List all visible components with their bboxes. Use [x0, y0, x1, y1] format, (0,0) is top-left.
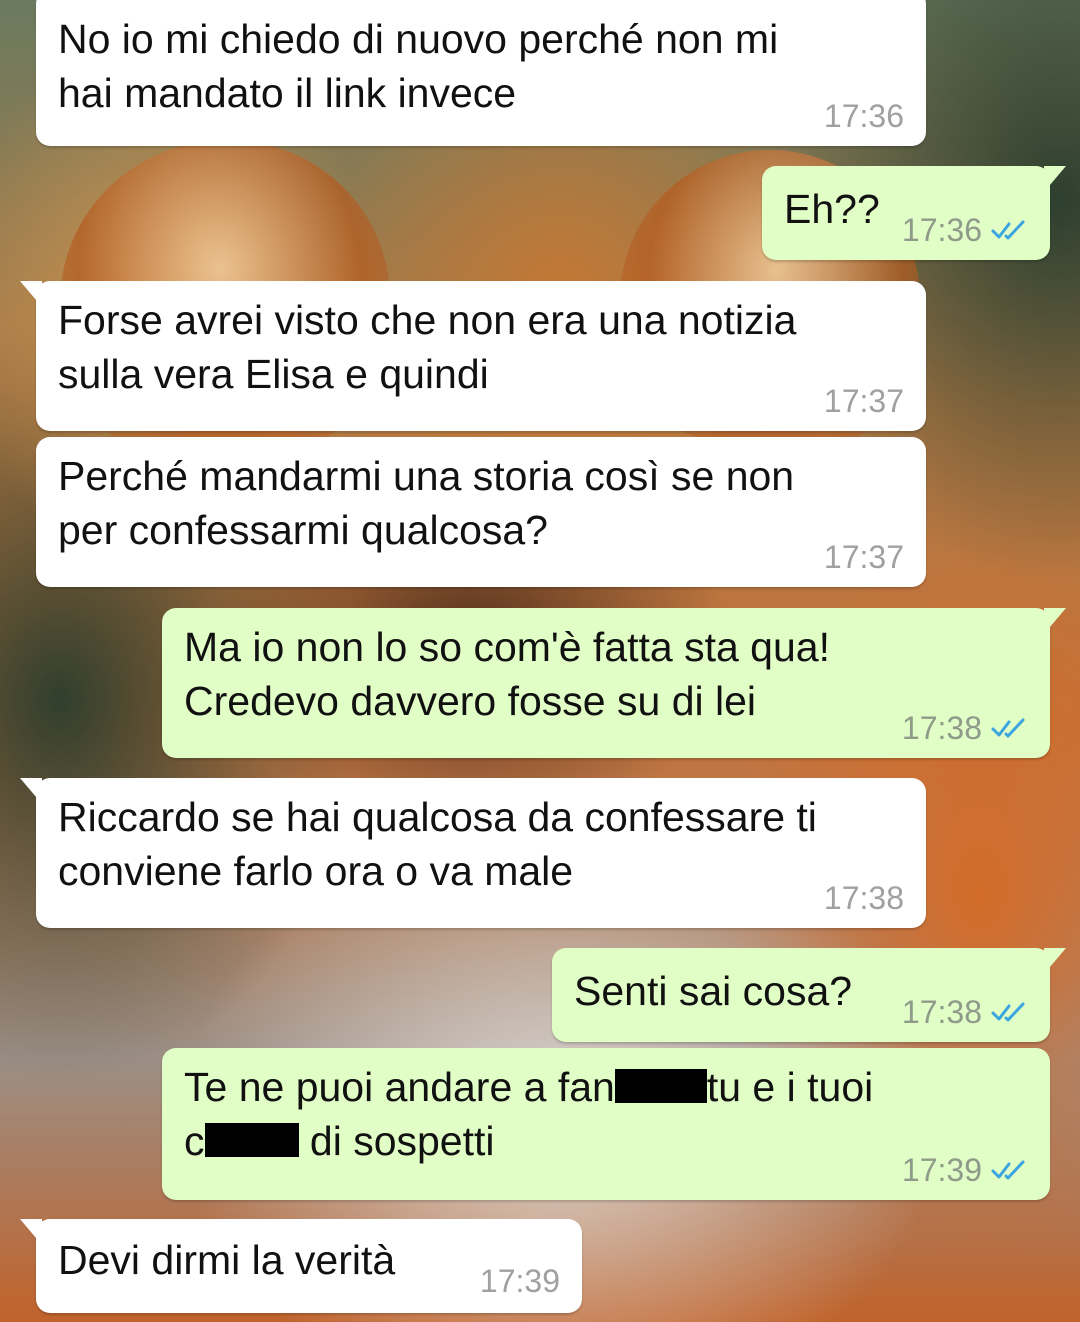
redaction-bar	[614, 1069, 707, 1104]
message-time: 17:39	[479, 1263, 560, 1299]
message-outgoing[interactable]: Te ne puoi andare a fan tu e i tuoi c di …	[162, 1048, 1050, 1200]
message-incoming[interactable]: Perché mandarmi una storia così se non p…	[36, 437, 926, 587]
message-outgoing[interactable]: Senti sai cosa? 17:38	[552, 948, 1066, 1042]
message-meta: 17:36	[824, 98, 904, 134]
message-text: Devi dirmi la verità	[58, 1237, 396, 1283]
message-time: 17:36	[901, 212, 982, 248]
double-check-read-icon	[991, 1002, 1025, 1022]
message-text: Ma io non lo so com'è fatta sta qua! Cre…	[184, 624, 830, 724]
message-time: 17:37	[823, 539, 904, 575]
message-text: Forse avrei visto che non era una notizi…	[58, 297, 797, 397]
message-time: 17:38	[901, 994, 982, 1030]
message-incoming[interactable]: No io mi chiedo di nuovo perché non mi h…	[36, 0, 926, 146]
message-text: Senti sai cosa?	[574, 968, 853, 1014]
message-incoming[interactable]: Forse avrei visto che non era una notizi…	[20, 281, 926, 431]
message-meta: 17:38	[824, 880, 904, 916]
message-incoming[interactable]: Devi dirmi la verità 17:39	[20, 1219, 582, 1313]
message-incoming[interactable]: Riccardo se hai qualcosa da confessare t…	[20, 778, 926, 928]
message-text: Te ne puoi andare a fan tu e i tuoi c di …	[184, 1064, 874, 1164]
message-text: Perché mandarmi una storia così se non p…	[58, 453, 795, 553]
message-time: 17:38	[901, 710, 982, 746]
double-check-read-icon	[991, 220, 1025, 240]
message-meta: 17:37	[824, 383, 904, 419]
message-meta: 17:38	[902, 994, 1028, 1030]
message-meta: 17:39	[480, 1263, 560, 1299]
message-meta: 17:37	[824, 539, 904, 575]
bubble-tail	[1044, 608, 1066, 634]
message-outgoing[interactable]: Ma io non lo so com'è fatta sta qua! Cre…	[162, 608, 1066, 758]
message-text: Eh??	[784, 186, 880, 232]
redaction-bar	[204, 1123, 299, 1158]
message-text: No io mi chiedo di nuovo perché non mi h…	[58, 16, 779, 116]
bubble-tail	[20, 778, 42, 804]
message-time: 17:37	[823, 383, 904, 419]
message-time: 17:36	[823, 98, 904, 134]
message-text: Riccardo se hai qualcosa da confessare t…	[58, 794, 817, 894]
message-outgoing[interactable]: Eh?? 17:36	[762, 166, 1066, 260]
double-check-read-icon	[991, 1160, 1025, 1180]
bubble-tail	[20, 281, 42, 307]
double-check-read-icon	[991, 718, 1025, 738]
message-meta: 17:38	[902, 710, 1028, 746]
message-meta: 17:36	[902, 212, 1028, 248]
message-meta: 17:39	[902, 1152, 1028, 1188]
bubble-tail	[1044, 948, 1066, 974]
message-time: 17:39	[901, 1152, 982, 1188]
message-time: 17:38	[823, 880, 904, 916]
bubble-tail	[1044, 166, 1066, 192]
bubble-tail	[20, 1219, 42, 1245]
